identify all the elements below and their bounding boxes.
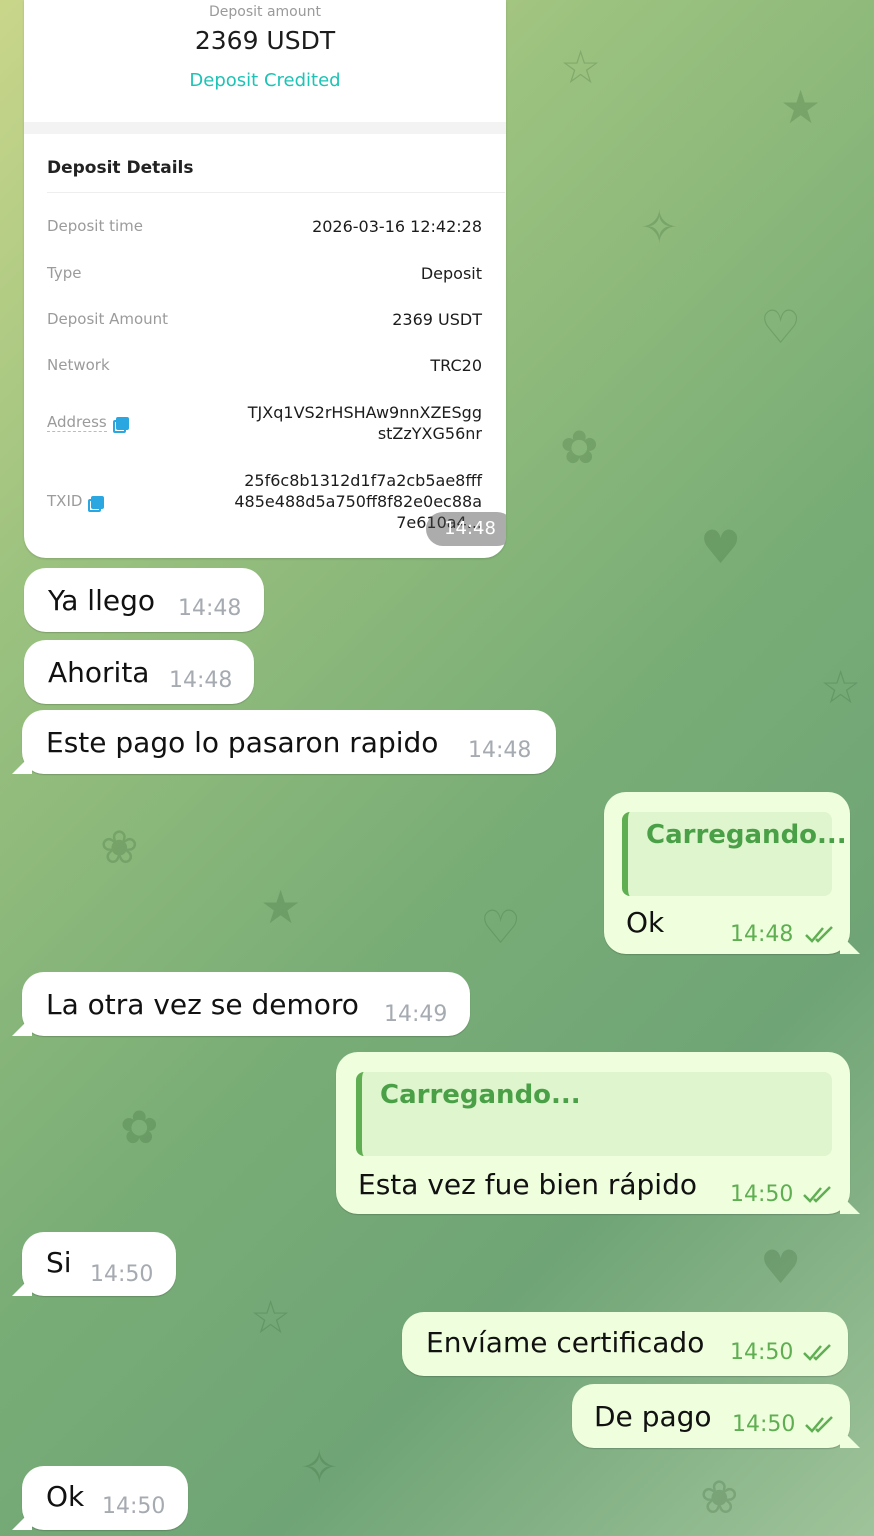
message-timestamp: 14:50 <box>90 1262 154 1287</box>
deposit-amount-row-value: 2369 USDT <box>392 310 482 329</box>
double-check-icon <box>804 924 836 944</box>
deposit-details-title: Deposit Details <box>47 158 194 178</box>
message-timestamp: 14:48 <box>178 596 242 621</box>
incoming-message[interactable]: Ok 14:50 <box>22 1466 188 1530</box>
txid-line-2: 485e488d5a750ff8f82e0ec88a <box>234 492 482 511</box>
message-timestamp: 14:48 <box>169 668 233 693</box>
doodle-star-icon: ☆ <box>820 660 862 714</box>
doodle-flower-icon: ✿ <box>560 420 599 474</box>
message-timestamp: 14:50 <box>730 1340 794 1365</box>
deposit-amount-label: Deposit amount <box>209 4 321 20</box>
section-divider <box>24 122 506 134</box>
doodle-flower-icon: ✿ <box>120 1100 159 1154</box>
address-value: TJXq1VS2rHSHAw9nnXZESgg stZzYXG56nr <box>248 402 482 444</box>
deposit-screenshot-message[interactable]: Deposit amount 2369 USDT Deposit Credite… <box>24 0 506 558</box>
outgoing-message[interactable]: Carregando... Esta vez fue bien rápido 1… <box>336 1052 850 1214</box>
reply-preview-text: Carregando... <box>380 1080 581 1110</box>
message-text: Ok <box>46 1480 85 1513</box>
double-check-icon <box>802 1342 834 1362</box>
message-text: Envíame certificado <box>426 1326 705 1359</box>
doodle-star-icon: ★ <box>260 880 302 934</box>
type-label: Type <box>47 264 82 282</box>
incoming-message[interactable]: La otra vez se demoro 14:49 <box>22 972 470 1036</box>
doodle-heart-icon: ♥ <box>760 1240 802 1294</box>
deposit-time-value: 2026-03-16 12:42:28 <box>312 217 482 236</box>
doodle-star-icon: ★ <box>780 80 822 134</box>
address-label: Address <box>47 413 129 433</box>
doodle-flower-icon: ❀ <box>700 1470 739 1524</box>
copy-icon[interactable] <box>112 416 129 433</box>
txid-label: TXID <box>47 492 105 512</box>
reply-preview[interactable]: Carregando... <box>356 1072 832 1156</box>
incoming-message[interactable]: Ya llego 14:48 <box>24 568 264 632</box>
doodle-star-icon: ✧ <box>300 1440 339 1494</box>
incoming-message[interactable]: Si 14:50 <box>22 1232 176 1296</box>
network-label: Network <box>47 356 110 374</box>
message-timestamp: 14:48 <box>468 738 532 763</box>
deposit-status: Deposit Credited <box>189 70 341 91</box>
reply-preview-text: Carregando... <box>646 820 847 850</box>
message-text: La otra vez se demoro <box>46 988 359 1021</box>
outgoing-message[interactable]: Carregando... Ok 14:48 <box>604 792 850 954</box>
copy-icon[interactable] <box>88 495 105 512</box>
reply-preview[interactable]: Carregando... <box>622 812 847 896</box>
message-text: Ya llego <box>48 584 155 617</box>
doodle-heart-icon: ♥ <box>700 520 742 574</box>
doodle-heart-icon: ♡ <box>480 900 522 954</box>
txid-line-1: 25f6c8b1312d1f7a2cb5ae8fff <box>244 471 482 490</box>
double-check-icon <box>804 1414 836 1434</box>
message-text: De pago <box>594 1400 712 1433</box>
address-line-2: stZzYXG56nr <box>377 424 482 443</box>
deposit-amount-value: 2369 USDT <box>194 26 336 55</box>
message-timestamp: 14:50 <box>730 1182 794 1207</box>
message-text: Este pago lo pasaron rapido <box>46 726 439 759</box>
outgoing-message[interactable]: De pago 14:50 <box>572 1384 850 1448</box>
incoming-message[interactable]: Este pago lo pasaron rapido 14:48 <box>22 710 556 774</box>
txid-label-text: TXID <box>47 492 83 510</box>
incoming-message[interactable]: Ahorita 14:48 <box>24 640 254 704</box>
message-text: Si <box>46 1246 72 1279</box>
deposit-time-label: Deposit time <box>47 217 143 235</box>
network-value: TRC20 <box>430 356 482 375</box>
message-timestamp: 14:50 <box>102 1494 166 1519</box>
message-text: Ok <box>626 906 665 939</box>
message-text: Esta vez fue bien rápido <box>358 1168 697 1201</box>
message-text: Ahorita <box>48 656 150 689</box>
double-check-icon <box>802 1184 834 1204</box>
doodle-star-icon: ☆ <box>560 40 602 94</box>
address-label-text: Address <box>47 413 107 432</box>
message-timestamp: 14:48 <box>730 922 794 947</box>
message-timestamp: 14:50 <box>732 1412 796 1437</box>
doodle-heart-icon: ♡ <box>760 300 802 354</box>
deposit-amount-row-label: Deposit Amount <box>47 310 169 328</box>
message-timestamp: 14:48 <box>426 512 506 546</box>
outgoing-message[interactable]: Envíame certificado 14:50 <box>402 1312 848 1376</box>
message-timestamp: 14:49 <box>384 1002 448 1027</box>
address-line-1: TJXq1VS2rHSHAw9nnXZESgg <box>247 403 482 422</box>
details-divider <box>47 192 505 193</box>
doodle-flower-icon: ❀ <box>100 820 139 874</box>
doodle-bone-icon: ✧ <box>640 200 679 254</box>
doodle-star-icon: ☆ <box>250 1290 292 1344</box>
type-value: Deposit <box>420 264 482 283</box>
